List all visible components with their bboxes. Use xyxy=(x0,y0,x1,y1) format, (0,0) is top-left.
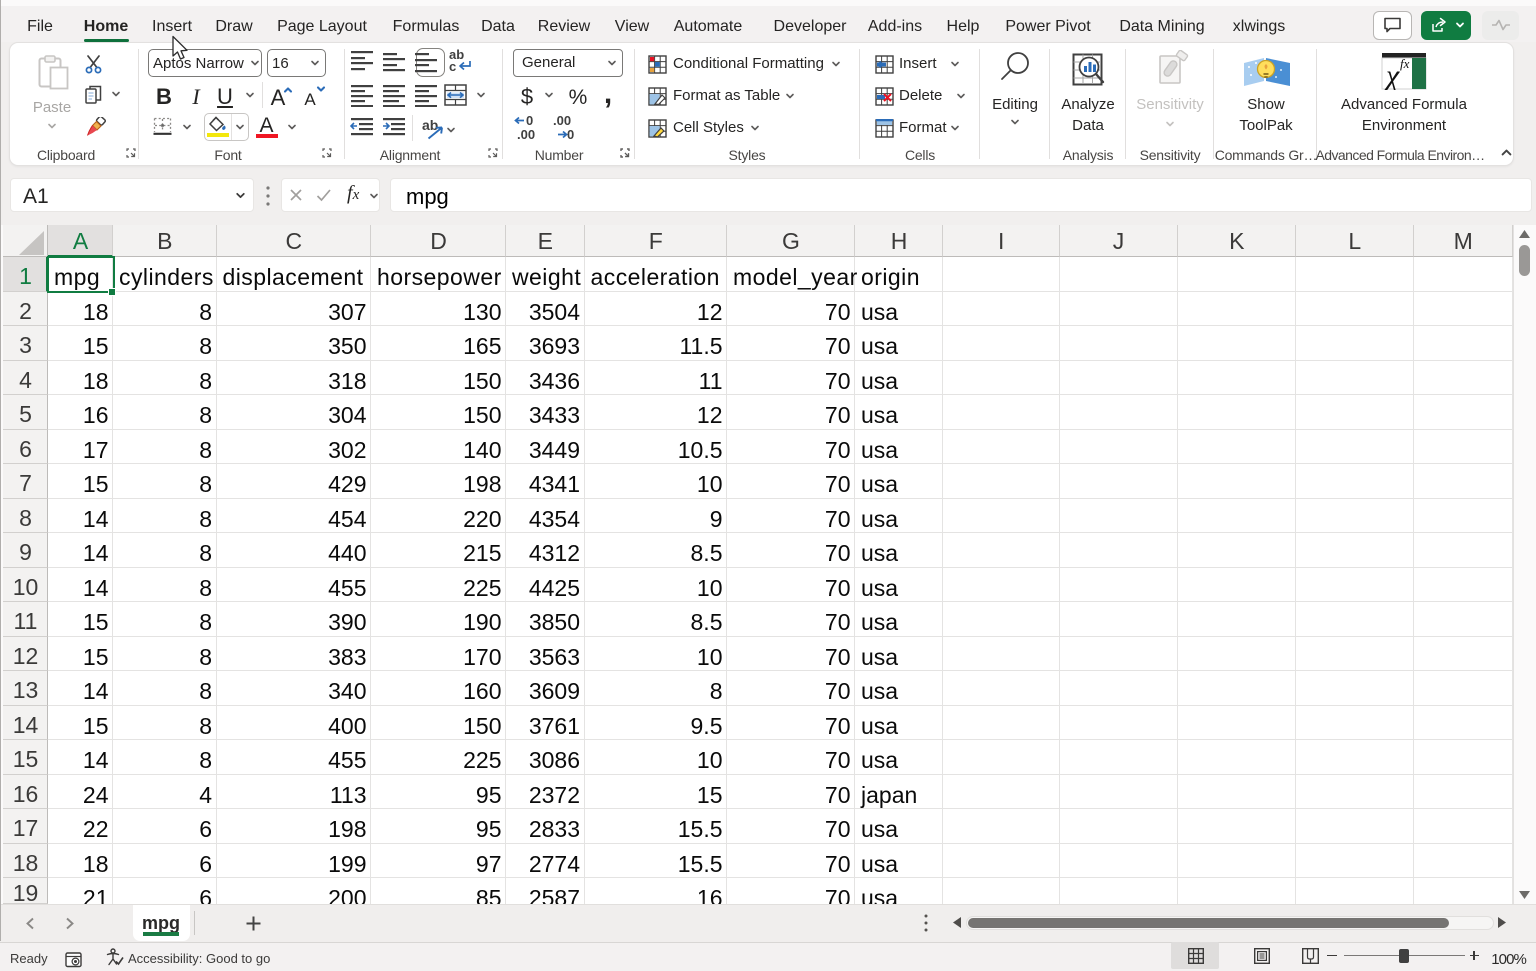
svg-text:χ: χ xyxy=(1383,59,1400,90)
svg-text:.00: .00 xyxy=(517,127,535,142)
svg-text:0: 0 xyxy=(567,127,574,142)
svg-text:fx: fx xyxy=(1400,56,1410,71)
svg-text:.00: .00 xyxy=(553,114,571,128)
svg-text:0: 0 xyxy=(526,114,533,128)
